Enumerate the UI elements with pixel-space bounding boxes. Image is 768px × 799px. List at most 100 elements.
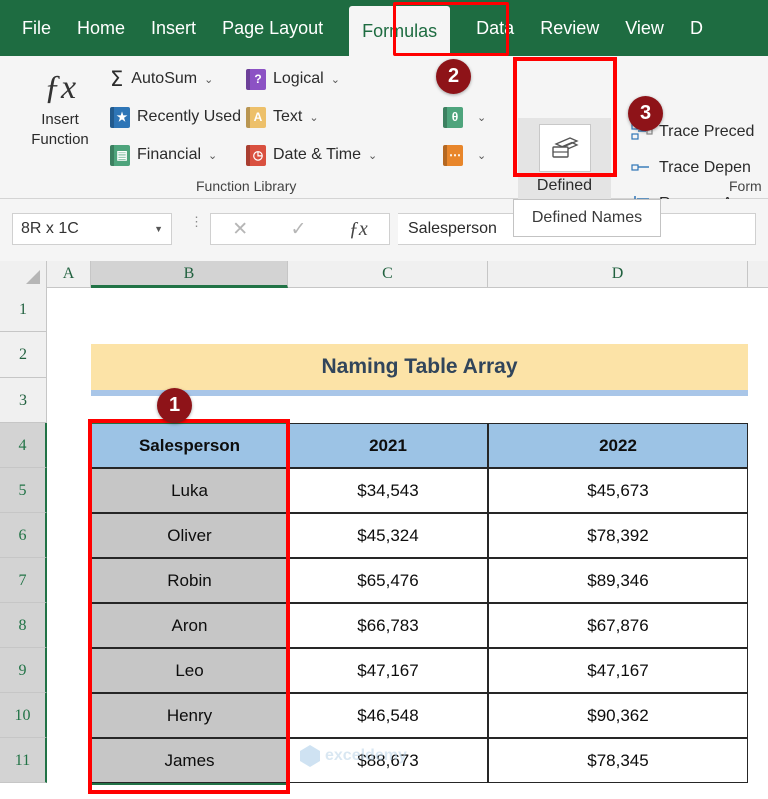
- ribbon-tab-home[interactable]: Home: [77, 0, 125, 56]
- table-row[interactable]: $67,876: [488, 603, 748, 648]
- table-row[interactable]: $65,476: [288, 558, 488, 603]
- spreadsheet-grid: A B C D 1 2 3 4 5 6 7 8 9 10 11 Naming T…: [0, 261, 768, 799]
- table-row[interactable]: Leo: [91, 648, 288, 693]
- chevron-down-icon[interactable]: ⌄: [477, 111, 486, 124]
- chevron-down-icon[interactable]: ⌄: [368, 149, 377, 162]
- recently-used-label: Recently Used: [137, 108, 242, 125]
- date-time-book-icon: ◷: [246, 144, 266, 166]
- table-row[interactable]: Oliver: [91, 513, 288, 558]
- table-row[interactable]: $78,392: [488, 513, 748, 558]
- trace-dependents-icon: [630, 159, 654, 177]
- logical-button[interactable]: ? Logical ⌄: [246, 64, 340, 94]
- row-header-5[interactable]: 5: [0, 468, 47, 513]
- more-functions-book-icon: ⋯: [443, 144, 463, 166]
- row-header-10[interactable]: 10: [0, 693, 47, 738]
- table-row[interactable]: James: [91, 738, 288, 783]
- logical-book-icon: ?: [246, 68, 266, 90]
- callout-badge-2: 2: [436, 59, 471, 94]
- recently-used-button[interactable]: ★ Recently Used ⌄: [110, 102, 257, 132]
- ribbon-tab-bar: File Home Insert Page Layout Formulas Da…: [0, 0, 768, 56]
- name-box[interactable]: 8R x 1C ▼: [12, 213, 172, 245]
- table-row[interactable]: $46,548: [288, 693, 488, 738]
- defined-names-glyph: [551, 137, 579, 158]
- column-header-a[interactable]: A: [47, 261, 91, 288]
- row-header-2[interactable]: 2: [0, 332, 47, 378]
- table-row[interactable]: Luka: [91, 468, 288, 513]
- text-label: Text: [273, 108, 303, 125]
- column-header-d[interactable]: D: [488, 261, 748, 288]
- select-all-corner[interactable]: [0, 261, 47, 288]
- sigma-icon: Σ: [110, 67, 124, 91]
- financial-button[interactable]: ▤ Financial ⌄: [110, 140, 217, 170]
- function-library-group-label: Function Library: [196, 178, 297, 194]
- table-header-salesperson[interactable]: Salesperson: [91, 423, 288, 468]
- row-header-11[interactable]: 11: [0, 738, 47, 783]
- ribbon-tab-insert[interactable]: Insert: [151, 0, 196, 56]
- defined-names-tooltip: Defined Names: [513, 199, 661, 237]
- title-banner-cell[interactable]: Naming Table Array: [91, 344, 748, 390]
- date-time-label: Date & Time: [273, 146, 362, 163]
- table-row[interactable]: $34,543: [288, 468, 488, 513]
- table-row[interactable]: $89,346: [488, 558, 748, 603]
- chevron-down-icon[interactable]: ⌄: [309, 111, 318, 124]
- enter-icon[interactable]: ✓: [291, 218, 307, 241]
- trace-dependents-label: Trace Depen: [659, 159, 751, 176]
- ribbon-tab-review[interactable]: Review: [540, 0, 599, 56]
- insert-function-button[interactable]: ƒx Insert Function: [18, 66, 102, 150]
- row-header-3[interactable]: 3: [0, 378, 47, 423]
- autosum-label: AutoSum: [131, 70, 198, 87]
- row-header-6[interactable]: 6: [0, 513, 47, 558]
- insert-function-label-line2: Function: [31, 131, 89, 148]
- ribbon-tab-file[interactable]: File: [22, 0, 51, 56]
- table-row[interactable]: $90,362: [488, 693, 748, 738]
- table-row[interactable]: $78,345: [488, 738, 748, 783]
- chevron-down-icon[interactable]: ⌄: [477, 149, 486, 162]
- financial-label: Financial: [137, 146, 202, 163]
- date-time-button[interactable]: ◷ Date & Time ⌄: [246, 140, 377, 170]
- row-header-column: 1 2 3 4 5 6 7 8 9 10 11: [0, 288, 47, 783]
- ribbon-tab-view[interactable]: View: [625, 0, 664, 56]
- more-functions-button[interactable]: ⋯ ⌄: [443, 140, 486, 170]
- table-row[interactable]: $45,324: [288, 513, 488, 558]
- table-header-2022[interactable]: 2022: [488, 423, 748, 468]
- row-header-1[interactable]: 1: [0, 288, 47, 332]
- chevron-down-icon[interactable]: ⌄: [208, 149, 217, 162]
- table-row[interactable]: $47,167: [288, 648, 488, 693]
- lookup-reference-button[interactable]: θ ⌄: [443, 102, 486, 132]
- title-banner-underline: [91, 390, 748, 396]
- name-box-value: 8R x 1C: [21, 220, 79, 237]
- financial-book-icon: ▤: [110, 144, 130, 166]
- table-row[interactable]: $45,673: [488, 468, 748, 513]
- ribbon-tab-page-layout[interactable]: Page Layout: [222, 0, 323, 56]
- defined-names-icon: [538, 124, 591, 172]
- table-row[interactable]: Henry: [91, 693, 288, 738]
- ribbon-tab-formulas[interactable]: Formulas: [349, 6, 451, 56]
- table-row[interactable]: Robin: [91, 558, 288, 603]
- table-row[interactable]: $47,167: [488, 648, 748, 693]
- autosum-button[interactable]: Σ AutoSum ⌄: [110, 64, 213, 94]
- formula-bar-buttons: ✕ ✓ ƒx: [210, 213, 390, 245]
- ribbon-tab-data[interactable]: Data: [476, 0, 514, 56]
- row-header-9[interactable]: 9: [0, 648, 47, 693]
- row-header-8[interactable]: 8: [0, 603, 47, 648]
- chevron-down-icon[interactable]: ⌄: [204, 73, 213, 86]
- chevron-down-icon[interactable]: ⌄: [331, 73, 340, 86]
- table-header-2021[interactable]: 2021: [288, 423, 488, 468]
- table-row[interactable]: Aron: [91, 603, 288, 648]
- cancel-icon[interactable]: ✕: [232, 218, 248, 241]
- column-header-row: A B C D: [0, 261, 768, 288]
- chevron-down-icon[interactable]: ▼: [154, 224, 163, 234]
- column-header-c[interactable]: C: [288, 261, 488, 288]
- table-row[interactable]: $66,783: [288, 603, 488, 648]
- row-header-7[interactable]: 7: [0, 558, 47, 603]
- table-row[interactable]: $88,673: [288, 738, 488, 783]
- formula-bar-grip[interactable]: ⋮: [190, 215, 203, 228]
- ribbon-tab-developer[interactable]: D: [690, 0, 703, 56]
- callout-badge-3: 3: [628, 96, 663, 131]
- column-header-b[interactable]: B: [91, 261, 288, 288]
- insert-function-icon[interactable]: ƒx: [349, 218, 368, 241]
- trace-precedents-label: Trace Preced: [659, 123, 755, 140]
- text-button[interactable]: A Text ⌄: [246, 102, 319, 132]
- logical-label: Logical: [273, 70, 324, 87]
- row-header-4[interactable]: 4: [0, 423, 47, 468]
